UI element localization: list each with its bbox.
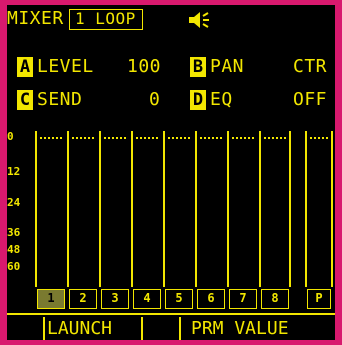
channel-button-2[interactable]: 2 (69, 289, 97, 309)
param-c-name: SEND (37, 89, 83, 110)
channel-strip-5[interactable] (163, 131, 193, 287)
scale-label: 12 (7, 165, 21, 178)
mixer-display: MIXER 1 LOOP A LEVEL 100 B PAN CTR C SEN… (7, 5, 335, 340)
param-a-key[interactable]: A (17, 57, 33, 77)
meter-peak-dots (40, 137, 62, 139)
param-value-softkey-label: PRM VALUE (191, 318, 289, 339)
meter-peak-dots (264, 137, 286, 139)
channel-button-3[interactable]: 3 (101, 289, 129, 309)
channel-button-7[interactable]: 7 (229, 289, 257, 309)
meter-peak-dots (136, 137, 158, 139)
meter-peak-dots (168, 137, 190, 139)
softkey-divider (7, 313, 335, 315)
param-b-key[interactable]: B (190, 57, 206, 77)
speaker-icon (189, 12, 209, 28)
channel-strip-4[interactable] (131, 131, 161, 287)
screen-title: MIXER (7, 8, 64, 29)
meter-peak-dots (104, 137, 126, 139)
channel-strip-1[interactable] (35, 131, 65, 287)
loop-mode-label: 1 LOOP (75, 9, 136, 28)
channel-button-5[interactable]: 5 (165, 289, 193, 309)
param-b-value: CTR (293, 56, 328, 77)
channel-strip-3[interactable] (99, 131, 129, 287)
param-d-value: OFF (293, 89, 328, 110)
channel-button-1[interactable]: 1 (37, 289, 65, 309)
master-button[interactable]: P (307, 289, 331, 309)
meter-peak-dots (232, 137, 254, 139)
launch-softkey-label: LAUNCH (47, 318, 113, 339)
meter-peak-dots (200, 137, 222, 139)
param-c-value: 0 (149, 89, 161, 110)
param-d-name: EQ (210, 89, 233, 110)
channel-button-6[interactable]: 6 (197, 289, 225, 309)
channel-button-4[interactable]: 4 (133, 289, 161, 309)
meter-peak-dots (310, 137, 328, 139)
scale-label: 36 (7, 226, 21, 239)
master-strip[interactable] (305, 131, 333, 287)
scale-label: 60 (7, 260, 21, 273)
scale-label: 0 (7, 130, 14, 143)
param-b-name: PAN (210, 56, 245, 77)
param-a-value: 100 (127, 56, 162, 77)
param-d-key[interactable]: D (190, 90, 206, 110)
channel-strip-8[interactable] (259, 131, 291, 287)
param-a-name: LEVEL (37, 56, 94, 77)
channel-strip-2[interactable] (67, 131, 97, 287)
param-c-key[interactable]: C (17, 90, 33, 110)
channel-strip-7[interactable] (227, 131, 257, 287)
scale-label: 24 (7, 196, 21, 209)
scale-label: 48 (7, 243, 21, 256)
channel-strip-6[interactable] (195, 131, 225, 287)
meter-peak-dots (72, 137, 94, 139)
channel-button-8[interactable]: 8 (261, 289, 289, 309)
